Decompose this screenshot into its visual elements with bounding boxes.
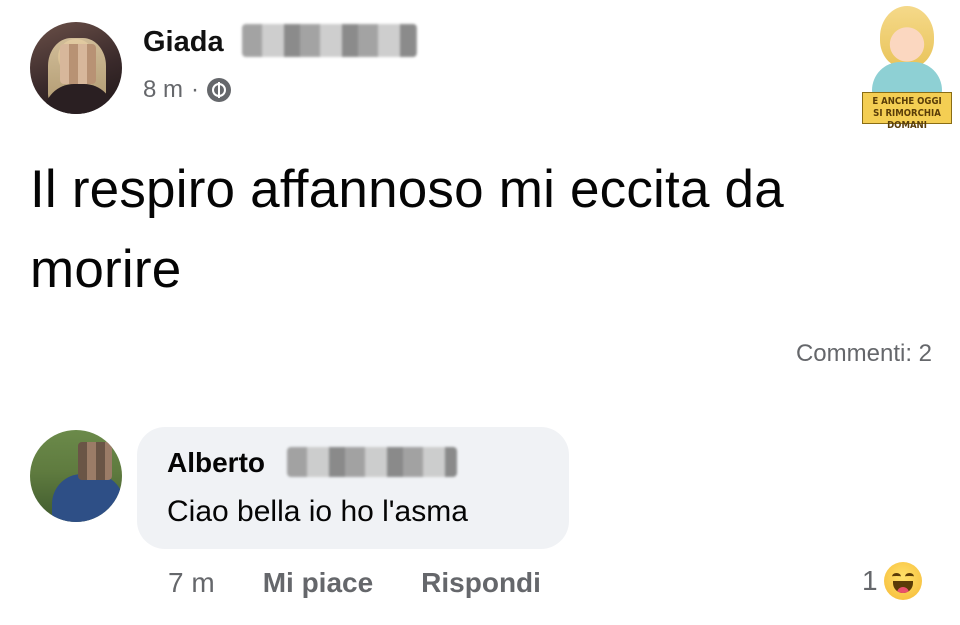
haha-mouth [892, 581, 913, 593]
logo-face [880, 6, 934, 68]
comment-time[interactable]: 7 m [168, 567, 215, 599]
haha-eye-right [904, 573, 914, 580]
globe-icon [207, 78, 232, 102]
commenter-avatar[interactable] [30, 430, 122, 522]
logo-text-line2: SI RIMORCHIA DOMANI [873, 108, 941, 131]
logo-banner: E ANCHE OGGI SI RIMORCHIA DOMANI [862, 92, 952, 131]
author-avatar[interactable] [30, 22, 122, 114]
reaction-count: 1 [862, 565, 878, 596]
logo-body [872, 62, 942, 96]
comments-count[interactable]: Commenti: 2 [796, 340, 932, 368]
logo-text-line1: E ANCHE OGGI [872, 96, 942, 107]
comment-reactions[interactable]: 1 [862, 562, 922, 600]
comment-actions: 7 m Mi piace Rispondi [168, 567, 541, 599]
post-time[interactable]: 8 m [143, 76, 183, 104]
comment-text: Ciao bella io ho l'asma [167, 495, 468, 528]
haha-eye-left [891, 573, 901, 580]
reply-button[interactable]: Rispondi [421, 567, 541, 599]
comment-author-name[interactable]: Alberto [167, 447, 265, 479]
avatar-shirt [52, 474, 122, 522]
avatar-blur [60, 44, 96, 84]
comment-bubble: Alberto Ciao bella io ho l'asma [137, 427, 569, 549]
post-author-name[interactable]: Giada [143, 26, 224, 59]
post-text: Il respiro affannoso mi eccita da morire [30, 160, 784, 299]
like-button[interactable]: Mi piace [263, 567, 373, 599]
meta-separator: · [191, 76, 200, 103]
watermark-logo: E ANCHE OGGI SI RIMORCHIA DOMANI [862, 0, 952, 131]
avatar-blur [78, 442, 112, 480]
commenter-name-redaction [287, 447, 457, 477]
haha-reaction-icon [883, 562, 922, 600]
author-name-redaction [242, 24, 417, 57]
post-meta: 8 m · [143, 76, 232, 104]
